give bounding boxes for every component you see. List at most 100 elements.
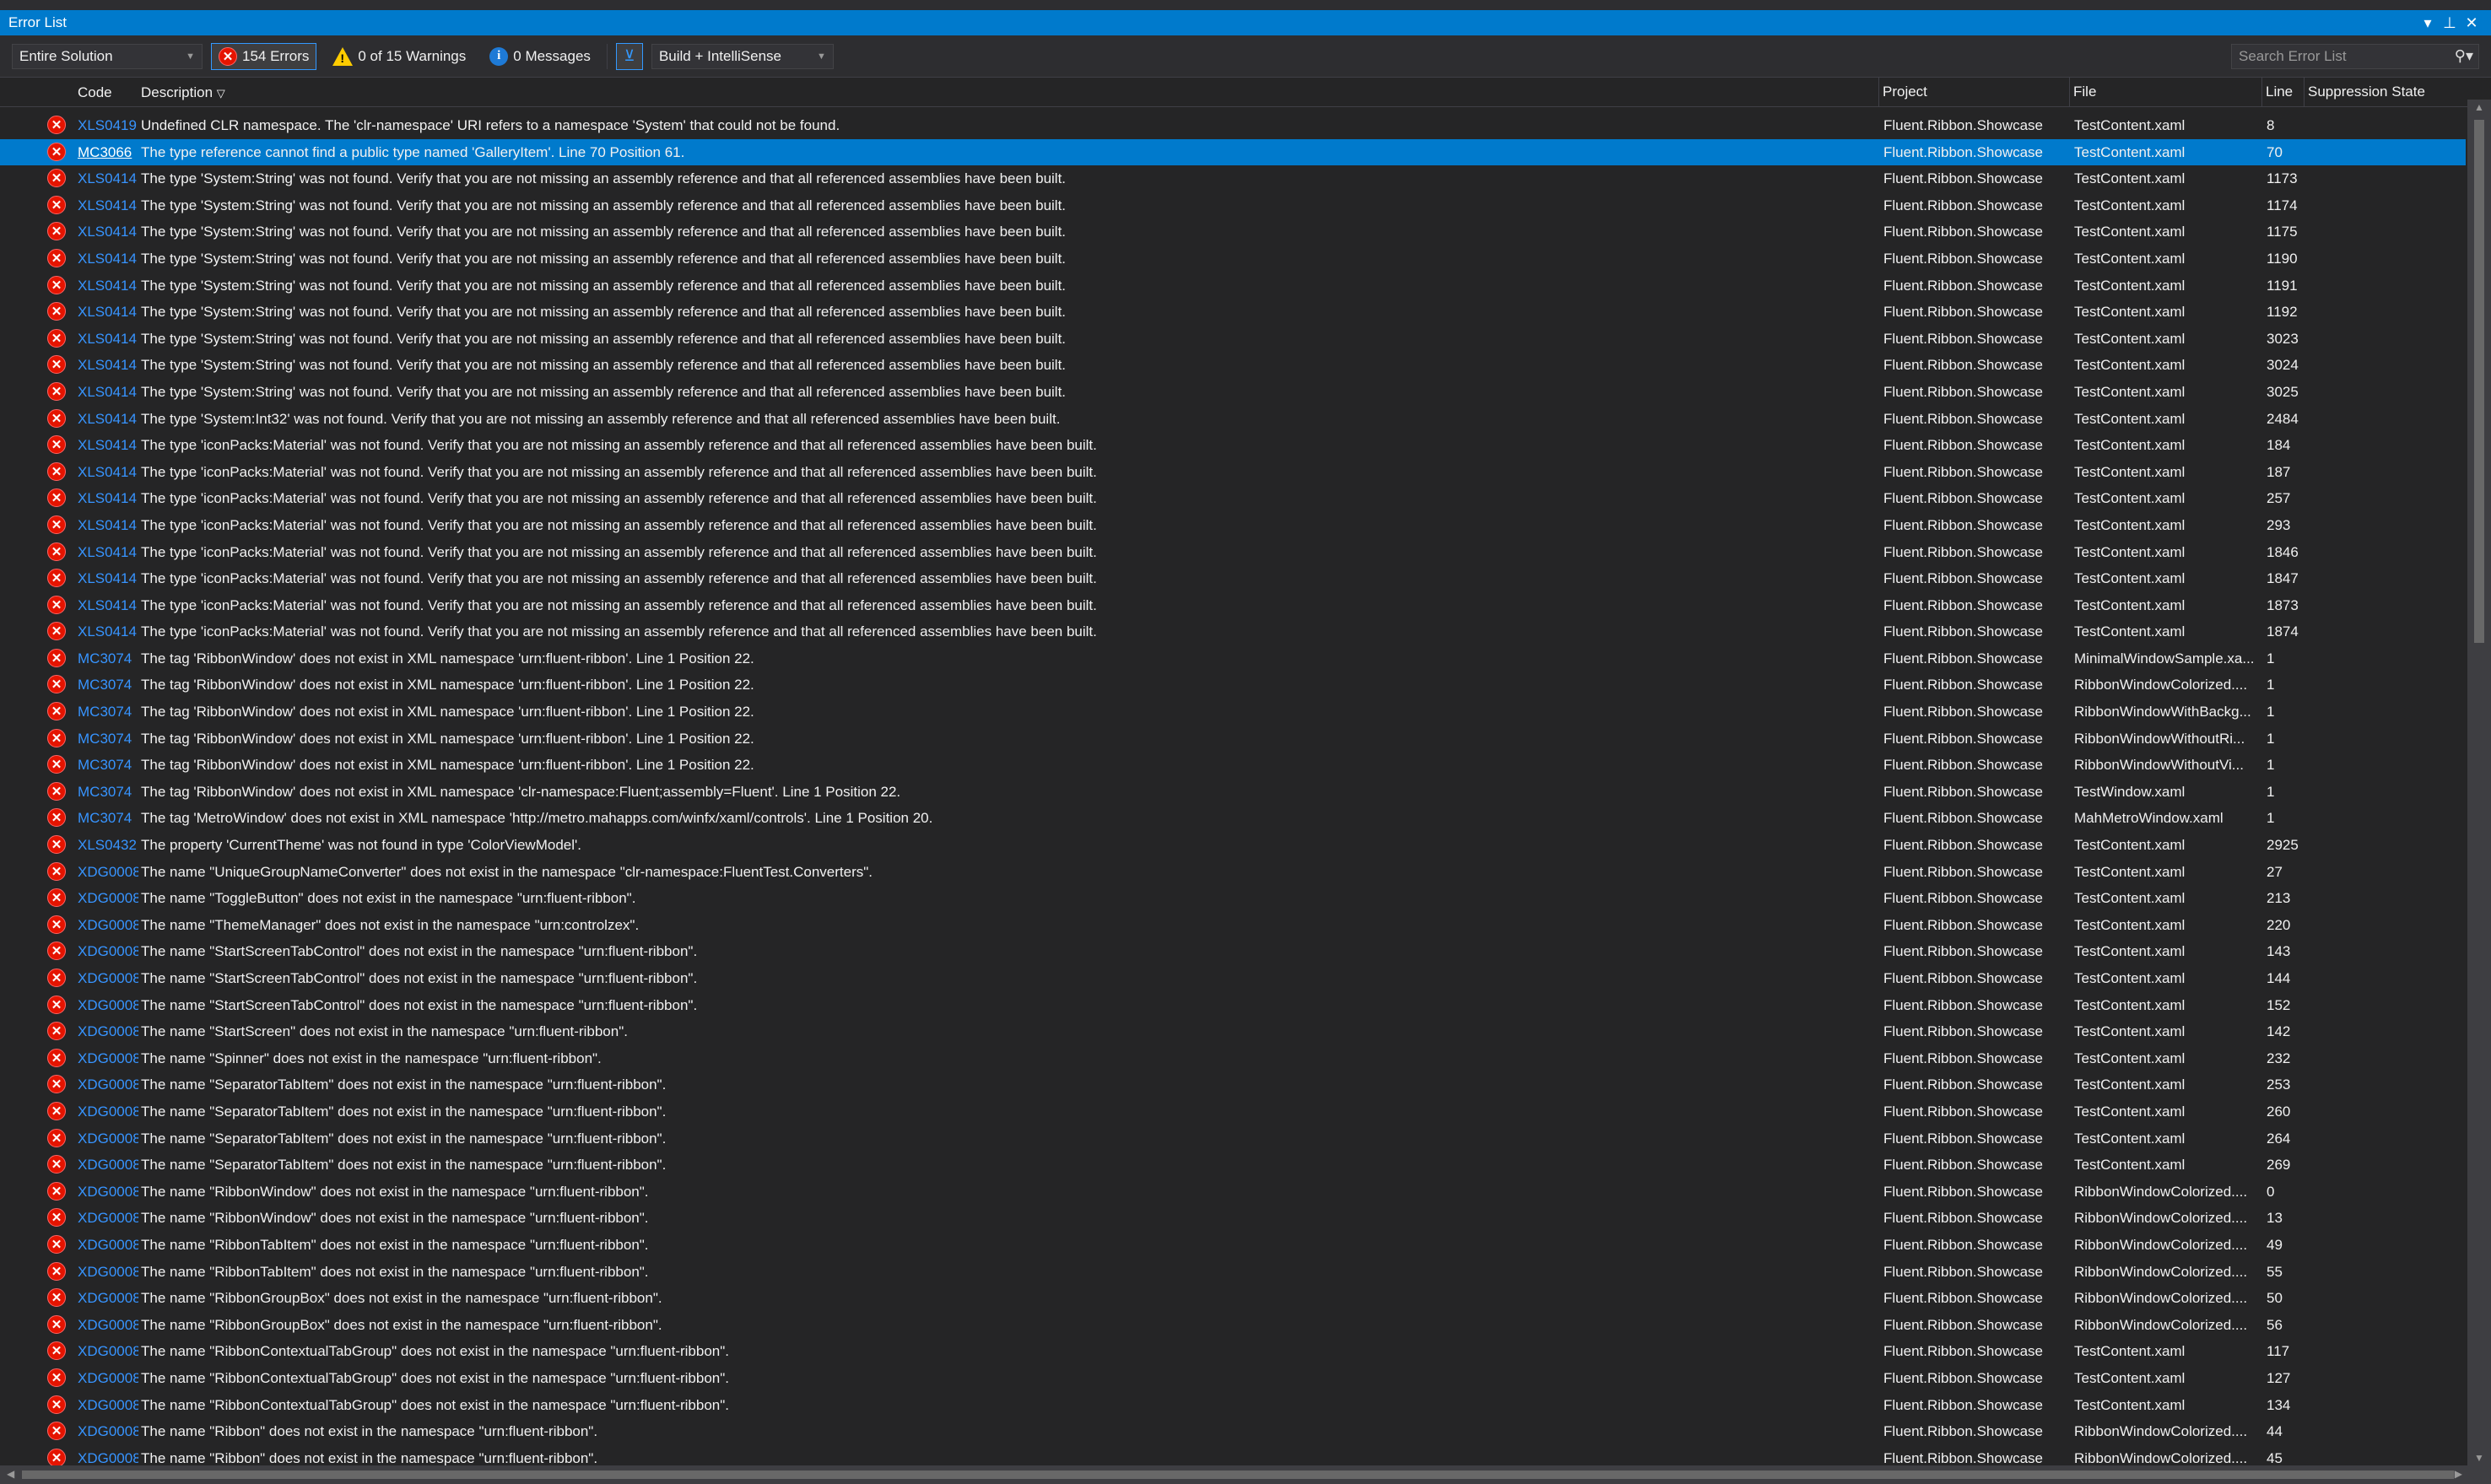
- table-row[interactable]: ✕ XLS0414 The type 'System:String' was not…: [0, 246, 2466, 273]
- column-header-suppression-state[interactable]: Suppression State: [2304, 78, 2425, 106]
- error-code-link[interactable]: XDG0008: [78, 1317, 138, 1334]
- error-code-link[interactable]: MC3074: [78, 731, 138, 747]
- table-row[interactable]: ✕ XLS0414 The type 'iconPacks:Material' wa…: [0, 618, 2466, 645]
- error-code-link[interactable]: XDG0008: [78, 1077, 138, 1093]
- table-row[interactable]: ✕ XLS0414 The type 'iconPacks:Material' wa…: [0, 539, 2466, 566]
- error-code-link[interactable]: XDG0008: [78, 1104, 138, 1120]
- error-code-link[interactable]: XLS0419: [78, 117, 138, 134]
- table-row[interactable]: ✕ XDG0008 The name "RibbonContextualTabGro…: [0, 1392, 2466, 1419]
- error-code-link[interactable]: MC3074: [78, 650, 138, 667]
- table-row[interactable]: ✕ XLS0414 The type 'System:String' was not…: [0, 273, 2466, 299]
- error-code-link[interactable]: XDG0008: [78, 1050, 138, 1067]
- column-header-description[interactable]: Description ▽: [141, 84, 225, 101]
- table-row[interactable]: ✕ XDG0008 The name "RibbonWindow" does not…: [0, 1179, 2466, 1206]
- scroll-left-icon[interactable]: ◀: [7, 1468, 14, 1480]
- errors-filter-button[interactable]: ✕ 154 Errors: [211, 42, 317, 70]
- horizontal-scrollbar[interactable]: ◀ ▶: [0, 1465, 2491, 1484]
- error-code-link[interactable]: XLS0414: [78, 597, 138, 614]
- table-row[interactable]: ✕ XLS0414 The type 'System:String' was not…: [0, 165, 2466, 192]
- table-row[interactable]: ✕ MC3074 The tag 'RibbonWindow' does not e…: [0, 672, 2466, 699]
- error-code-link[interactable]: MC3074: [78, 704, 138, 720]
- error-code-link[interactable]: MC3066: [78, 144, 138, 161]
- table-row[interactable]: ✕ XLS0419 Undefined CLR namespace. The 'cl…: [0, 112, 2466, 139]
- table-row[interactable]: ✕ XDG0008 The name "RibbonGroupBox" does n…: [0, 1312, 2466, 1339]
- table-row[interactable]: ✕ XLS0414 The type 'iconPacks:Material' wa…: [0, 485, 2466, 512]
- error-code-link[interactable]: MC3074: [78, 757, 138, 774]
- table-row[interactable]: ✕ XDG0008 The name "SeparatorTabItem" does…: [0, 1098, 2466, 1125]
- error-code-link[interactable]: XDG0008: [78, 890, 138, 907]
- error-code-link[interactable]: XDG0008: [78, 1131, 138, 1147]
- column-header-code[interactable]: Code: [78, 84, 112, 101]
- table-row[interactable]: ✕ XLS0414 The type 'System:String' was not…: [0, 326, 2466, 353]
- search-input[interactable]: [2237, 46, 2455, 66]
- error-code-link[interactable]: MC3074: [78, 784, 138, 801]
- table-row[interactable]: ✕ XDG0008 The name "StartScreenTabControl"…: [0, 965, 2466, 992]
- error-code-link[interactable]: XLS0432: [78, 837, 138, 854]
- table-row[interactable]: ✕ XLS0414 The type 'System:String' was not…: [0, 299, 2466, 326]
- search-icon[interactable]: ⚲▾: [2455, 47, 2473, 65]
- error-code-link[interactable]: XLS0414: [78, 490, 138, 507]
- error-code-link[interactable]: XDG0008: [78, 1397, 138, 1414]
- error-code-link[interactable]: XDG0008: [78, 1290, 138, 1307]
- scroll-up-icon[interactable]: ▲: [2467, 101, 2491, 113]
- error-code-link[interactable]: XDG0008: [78, 1343, 138, 1360]
- error-code-link[interactable]: XDG0008: [78, 1157, 138, 1174]
- table-row[interactable]: ✕ XLS0414 The type 'iconPacks:Material' wa…: [0, 432, 2466, 459]
- column-header-project[interactable]: Project: [1878, 78, 1927, 106]
- error-code-link[interactable]: XLS0414: [78, 170, 138, 187]
- table-row[interactable]: ✕ MC3074 The tag 'RibbonWindow' does not e…: [0, 699, 2466, 726]
- table-row[interactable]: ✕ XLS0414 The type 'System:String' was not…: [0, 192, 2466, 219]
- error-code-link[interactable]: XLS0414: [78, 304, 138, 321]
- column-header-file[interactable]: File: [2069, 78, 2096, 106]
- error-code-link[interactable]: XLS0414: [78, 517, 138, 534]
- table-row[interactable]: ✕ MC3066 The type reference cannot find a …: [0, 138, 2466, 166]
- error-code-link[interactable]: XDG0008: [78, 943, 138, 960]
- error-code-link[interactable]: MC3074: [78, 677, 138, 693]
- error-code-link[interactable]: XDG0008: [78, 1237, 138, 1254]
- table-row[interactable]: ✕ MC3074 The tag 'RibbonWindow' does not e…: [0, 726, 2466, 753]
- pin-icon[interactable]: ⊥: [2439, 14, 2461, 32]
- vertical-scroll-thumb[interactable]: [2474, 120, 2484, 643]
- table-row[interactable]: ✕ XDG0008 The name "RibbonTabItem" does no…: [0, 1232, 2466, 1259]
- table-row[interactable]: ✕ XDG0008 The name "RibbonContextualTabGro…: [0, 1338, 2466, 1365]
- table-row[interactable]: ✕ XDG0008 The name "ToggleButton" does not…: [0, 885, 2466, 912]
- table-row[interactable]: ✕ XDG0008 The name "StartScreenTabControl"…: [0, 992, 2466, 1019]
- error-code-link[interactable]: XDG0008: [78, 1023, 138, 1040]
- error-code-link[interactable]: XLS0414: [78, 544, 138, 561]
- error-code-link[interactable]: XLS0414: [78, 623, 138, 640]
- table-row[interactable]: ✕ XLS0414 The type 'System:Int32' was not …: [0, 406, 2466, 433]
- error-code-link[interactable]: XLS0414: [78, 251, 138, 267]
- clear-filter-button[interactable]: ⊻: [615, 42, 643, 70]
- error-code-link[interactable]: XDG0008: [78, 1184, 138, 1201]
- scope-dropdown[interactable]: Entire Solution ▼: [12, 43, 203, 69]
- table-row[interactable]: ✕ XDG0008 The name "RibbonWindow" does not…: [0, 1205, 2466, 1232]
- table-row[interactable]: ✕ XDG0008 The name "RibbonTabItem" does no…: [0, 1259, 2466, 1286]
- error-code-link[interactable]: XDG0008: [78, 1423, 138, 1440]
- vertical-scrollbar[interactable]: ▲ ▼: [2467, 100, 2491, 1465]
- table-row[interactable]: ✕ XDG0008 The name "SeparatorTabItem" does…: [0, 1071, 2466, 1098]
- scroll-down-icon[interactable]: ▼: [2467, 1452, 2491, 1464]
- build-filter-dropdown[interactable]: Build + IntelliSense ▼: [651, 43, 834, 69]
- table-row[interactable]: ✕ XLS0414 The type 'System:String' was not…: [0, 379, 2466, 406]
- table-row[interactable]: ✕ XLS0414 The type 'iconPacks:Material' wa…: [0, 459, 2466, 486]
- table-row[interactable]: ✕ XLS0414 The type 'System:String' was not…: [0, 352, 2466, 379]
- error-code-link[interactable]: XLS0414: [78, 331, 138, 348]
- table-row[interactable]: ✕ XLS0414 The type 'iconPacks:Material' wa…: [0, 512, 2466, 539]
- table-row[interactable]: ✕ MC3074 The tag 'MetroWindow' does not ex…: [0, 805, 2466, 832]
- error-code-link[interactable]: XLS0414: [78, 278, 138, 294]
- error-code-link[interactable]: XLS0414: [78, 464, 138, 481]
- table-row[interactable]: ✕ XDG0008 The name "SeparatorTabItem" does…: [0, 1152, 2466, 1179]
- table-row[interactable]: ✕ XDG0008 The name "ThemeManager" does not…: [0, 912, 2466, 939]
- scroll-right-icon[interactable]: ▶: [2455, 1468, 2462, 1480]
- error-code-link[interactable]: XLS0414: [78, 357, 138, 374]
- error-code-link[interactable]: XDG0008: [78, 1450, 138, 1465]
- error-code-link[interactable]: XDG0008: [78, 864, 138, 881]
- table-row[interactable]: ✕ XDG0008 The name "RibbonGroupBox" does n…: [0, 1285, 2466, 1312]
- close-icon[interactable]: ✕: [2461, 14, 2483, 32]
- horizontal-scroll-thumb[interactable]: [22, 1471, 2454, 1479]
- table-row[interactable]: ✕ XDG0008 The name "Spinner" does not exis…: [0, 1045, 2466, 1072]
- warnings-filter-button[interactable]: ! 0 of 15 Warnings: [325, 43, 473, 70]
- error-code-link[interactable]: MC3074: [78, 810, 138, 827]
- error-code-link[interactable]: XDG0008: [78, 1210, 138, 1227]
- table-row[interactable]: ✕ XLS0414 The type 'System:String' was not…: [0, 219, 2466, 246]
